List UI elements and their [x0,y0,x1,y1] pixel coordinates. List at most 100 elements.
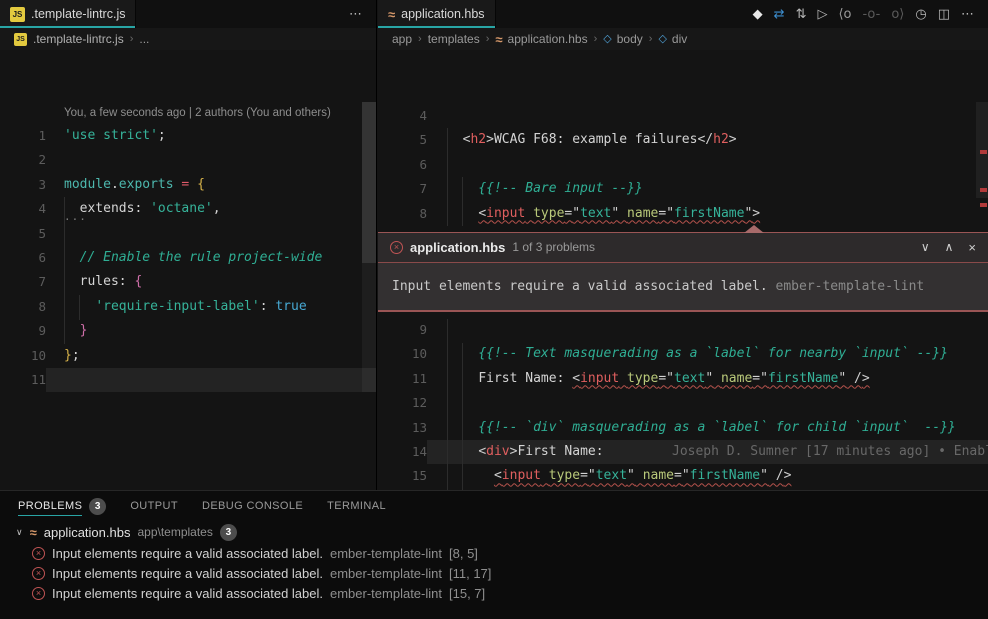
indent-guide [447,319,448,514]
tab-application-hbs[interactable]: ≈ application.hbs [378,0,496,28]
line-content[interactable]: {{!-- Text masquerading as a `label` for… [427,342,988,366]
code-line[interactable]: 12 [378,391,988,415]
more-actions-icon[interactable]: ⋯ [961,8,974,21]
code-line[interactable]: 10 {{!-- Text masquerading as a `label` … [378,342,988,366]
chevron-down-icon[interactable]: ∨ [16,527,23,538]
code-line[interactable]: 14 <div>First Name:Joseph D. Sumner [17 … [378,440,988,464]
line-number: 9 [0,319,46,343]
code-line[interactable]: 3module.exports = { [0,173,376,197]
breadcrumb-item-templates[interactable]: templates [428,32,480,46]
code-line[interactable]: 7 rules: { [0,270,376,294]
chevron-right-icon: › [649,33,653,45]
code-line[interactable]: 2 [0,148,376,172]
code-line[interactable]: 6 // Enable the rule project-wide [0,246,376,270]
line-number: 5 [378,128,427,152]
line-number: 12 [378,391,427,415]
line-content[interactable]: {{!-- Bare input --}} [427,177,988,201]
problem-source: ember-template-lint [330,566,442,581]
line-content[interactable] [427,153,988,177]
chevron-down-icon[interactable]: ∨ [921,240,930,254]
code-line[interactable]: 8 'require-input-label': true [0,295,376,319]
code-line[interactable]: 10}; [0,344,376,368]
timeline-icon[interactable]: ◷ [915,8,926,21]
breadcrumb-file[interactable]: .template-lintrc.js [33,32,124,46]
code-line[interactable]: 11 [0,368,376,392]
code-editor-lintrc[interactable]: You, a few seconds ago | 2 authors (You … [0,100,376,392]
code-line[interactable]: 6 [378,153,988,177]
peek-message-row[interactable]: Input elements require a valid associate… [378,263,988,310]
code-line[interactable]: 4 [378,104,988,128]
line-number: 1 [0,124,46,148]
line-content[interactable]: } [46,319,376,343]
code-line[interactable]: 11 First Name: <input type="text" name="… [378,367,988,391]
code-line[interactable]: 4 extends: 'octane', [0,197,376,221]
line-content[interactable]: }; [46,344,376,368]
panel-tab-output[interactable]: OUTPUT [130,491,178,521]
peek-arrow [744,225,764,233]
line-content[interactable] [427,391,988,415]
problem-row[interactable]: ×Input elements require a valid associat… [0,563,988,583]
code-line[interactable]: 8 <input type="text" name="firstName"> [378,202,988,226]
chevron-up-icon[interactable]: ∧ [945,240,954,254]
breadcrumb-item-div[interactable]: ◇div [658,32,687,46]
line-content[interactable]: extends: 'octane', [46,197,376,221]
line-number: 5 [0,222,46,246]
line-content[interactable] [46,222,376,246]
breadcrumb-item-body[interactable]: ◇body [603,32,643,46]
problem-row[interactable]: ×Input elements require a valid associat… [0,543,988,563]
bottom-panel: PROBLEMS3 OUTPUT DEBUG CONSOLE TERMINAL ∨ ≈… [0,490,988,619]
code-line[interactable]: 7 {{!-- Bare input --}} [378,177,988,201]
more-actions-icon[interactable]: ⋯ [349,8,362,21]
inlay-hint-dots: ··· [64,214,87,225]
problem-row[interactable]: ×Input elements require a valid associat… [0,583,988,603]
panel-tab-debug-console[interactable]: DEBUG CONSOLE [202,491,303,521]
codelens-blame[interactable]: You, a few seconds ago | 2 authors (You … [0,100,376,124]
code-line[interactable]: 13 {{!-- `div` masquerading as a `label`… [378,416,988,440]
git-compare-icon[interactable]: ⇅ [796,8,807,21]
line-content[interactable]: 'use strict'; [46,124,376,148]
line-content[interactable]: 'require-input-label': true [46,295,376,319]
breadcrumb-item-app[interactable]: app [392,32,412,46]
line-content[interactable]: <h2>WCAG F68: example failures</h2> [427,128,988,152]
tab-template-lintrc[interactable]: JS .template-lintrc.js [0,0,136,28]
problems-file-row[interactable]: ∨ ≈ application.hbs app\templates 3 [0,521,988,543]
symbol-cube-icon: ◇ [658,34,666,45]
line-content[interactable] [427,318,988,342]
panel-tab-problems[interactable]: PROBLEMS3 [18,491,106,521]
code-editor-application[interactable]: 45 <h2>WCAG F68: example failures</h2>67… [378,100,988,537]
navigate-position-icon[interactable]: -o- [863,8,881,21]
code-line[interactable]: 9 } [0,319,376,343]
code-line[interactable]: 5 <h2>WCAG F68: example failures</h2> [378,128,988,152]
line-content[interactable] [46,148,376,172]
line-content[interactable]: <input type="text" name="firstName" /> [427,464,988,488]
navigate-back-icon[interactable]: ⟨o [838,8,851,21]
line-content[interactable]: <input type="text" name="firstName"> [427,202,988,226]
run-icon[interactable]: ▷ [817,8,827,21]
breadcrumb-item-application.hbs[interactable]: ≈application.hbs [495,32,587,46]
scrollbar-thumb[interactable] [362,102,376,263]
line-content[interactable] [46,368,376,392]
line-content[interactable]: First Name: <input type="text" name="fir… [427,367,988,391]
code-line[interactable]: 15 <input type="text" name="firstName" /… [378,464,988,488]
vscode-workbench: JS .template-lintrc.js ⋯ JS .template-li… [0,0,988,619]
code-line[interactable]: 5 [0,222,376,246]
template-lint-icon[interactable]: ◆ [753,8,763,21]
line-content[interactable]: {{!-- `div` masquerading as a `label` fo… [427,416,988,440]
line-content[interactable]: // Enable the rule project-wide [46,246,376,270]
scrollbar[interactable] [362,102,376,392]
code-line[interactable]: 9 [378,318,988,342]
line-content[interactable]: module.exports = { [46,173,376,197]
breadcrumb-right: app›templates›≈application.hbs›◇body›◇di… [378,28,988,50]
breadcrumb-symbol[interactable]: ... [139,32,149,46]
line-content[interactable]: rules: { [46,270,376,294]
line-content[interactable]: <div>First Name:Joseph D. Sumner [17 min… [427,440,988,464]
line-number: 15 [378,464,427,488]
navigate-forward-icon[interactable]: o⟩ [891,8,904,21]
panel-tab-terminal[interactable]: TERMINAL [327,491,386,521]
code-line[interactable]: 1'use strict'; [0,124,376,148]
line-content[interactable] [427,104,988,128]
close-icon[interactable]: × [968,240,976,255]
line-number: 9 [378,318,427,342]
split-editor-icon[interactable]: ◫ [938,8,950,21]
sync-icon[interactable]: ⇄ [774,8,785,21]
